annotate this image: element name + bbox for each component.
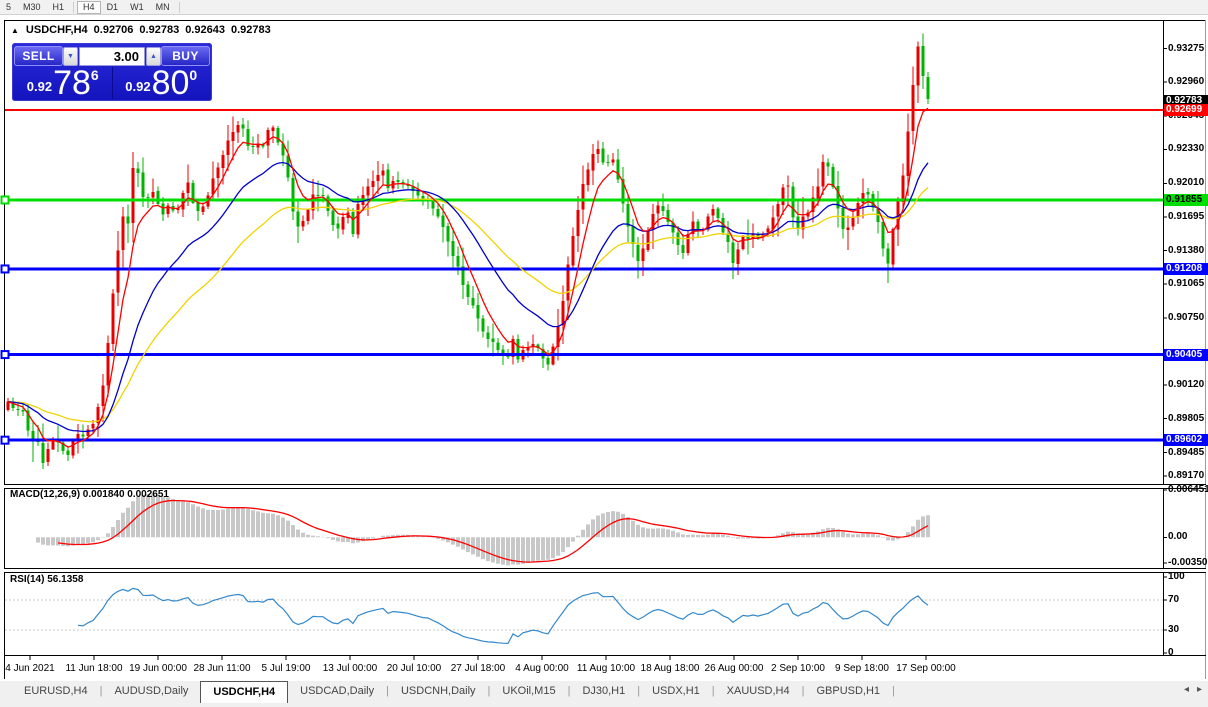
- ohlc-high: 0.92783: [139, 24, 180, 36]
- sell-price-prefix: 0.92: [26, 79, 53, 94]
- buy-price-main: 80: [151, 64, 190, 102]
- volume-down-button[interactable]: ▼: [63, 46, 78, 66]
- price-line-label: 0.91208: [1164, 263, 1208, 275]
- rsi-axis-label: 70: [1168, 594, 1180, 605]
- ohlc-open: 0.92706: [93, 24, 134, 36]
- sell-button[interactable]: SELL: [14, 46, 63, 66]
- price-line-label: 0.90405: [1164, 349, 1208, 361]
- volume-input[interactable]: [79, 46, 145, 66]
- price-tick-label: 0.89170: [1168, 470, 1205, 481]
- collapse-icon[interactable]: ▲: [11, 26, 19, 35]
- buy-price-display[interactable]: 0.92 80 0: [113, 64, 211, 102]
- date-tick-label: 18 Aug 18:00: [640, 663, 700, 674]
- price-tick-label: 0.89485: [1168, 447, 1205, 458]
- tab-scroll-right-icon[interactable]: ▸: [1197, 684, 1202, 695]
- price-tick-label: 0.91695: [1168, 211, 1205, 222]
- date-tick-label: 19 Jun 00:00: [129, 663, 187, 674]
- date-tick-label: 2 Sep 10:00: [771, 663, 825, 674]
- mt4-terminal-window: 5 M30 H1 H4 D1 W1 MN ▲ USDCHF,H4 0.92706 0.927…: [0, 0, 1208, 707]
- price-tick-label: 0.90120: [1168, 379, 1205, 390]
- date-tick-label: 17 Sep 00:00: [896, 663, 956, 674]
- date-tick-label: 13 Jul 00:00: [322, 663, 378, 674]
- macd-axis-label: 0.006451: [1168, 484, 1208, 495]
- sell-price-main: 78: [53, 64, 91, 102]
- price-tick-label: 0.92010: [1168, 177, 1205, 188]
- price-line-label: 0.91855: [1164, 194, 1208, 206]
- date-tick-label: 9 Sep 18:00: [835, 663, 889, 674]
- date-tick-label: 4 Aug 00:00: [515, 663, 569, 674]
- chart-tab-usdchf[interactable]: USDCHF,H4: [200, 681, 289, 703]
- ohlc-close: 0.92783: [230, 24, 271, 36]
- date-tick-label: 28 Jun 11:00: [193, 663, 251, 674]
- price-line-label: 0.92699: [1164, 104, 1208, 116]
- chart-tab-usdx[interactable]: USDX,H1: [640, 681, 712, 701]
- volume-up-button[interactable]: ▲: [146, 46, 161, 66]
- date-tick-label: 4 Jun 2021: [5, 663, 55, 674]
- date-tick-label: 20 Jul 10:00: [386, 663, 442, 674]
- ohlc-low: 0.92643: [185, 24, 225, 36]
- chart-tab-usdcnh[interactable]: USDCNH,Daily: [389, 681, 488, 701]
- price-tick-label: 0.93275: [1168, 43, 1205, 54]
- price-tick-label: 0.91380: [1168, 245, 1205, 256]
- chart-tab-ukoil[interactable]: UKOil,M15: [490, 681, 567, 701]
- rsi-label: RSI(14) 56.1358: [10, 574, 84, 585]
- tab-scroll-left-icon[interactable]: ◂: [1184, 684, 1189, 695]
- date-tick-label: 26 Aug 00:00: [704, 663, 764, 674]
- date-tick-label: 27 Jul 18:00: [450, 663, 506, 674]
- macd-axis-label: -0.003507: [1168, 557, 1208, 568]
- price-tick-label: 0.92330: [1168, 143, 1205, 154]
- macd-axis-label: 0.00: [1168, 531, 1188, 542]
- date-tick-label: 5 Jul 19:00: [261, 663, 311, 674]
- chart-tab-audusd[interactable]: AUDUSD,Daily: [102, 681, 200, 701]
- tab-scroll-nav: ◂ ▸: [1184, 684, 1202, 695]
- tab-separator: |: [892, 685, 895, 697]
- rsi-axis-label: 30: [1168, 624, 1180, 635]
- price-tick-label: 0.89805: [1168, 413, 1205, 424]
- symbol-tab-bar: EURUSD,H4 | AUDUSD,Daily USDCHF,H4 USDCAD,Da…: [0, 680, 1208, 707]
- rsi-axis-label: 100: [1168, 571, 1185, 582]
- buy-price-prefix: 0.92: [125, 79, 151, 94]
- rsi-axis-label: 0: [1168, 647, 1174, 658]
- price-line-label: 0.89602: [1164, 434, 1208, 446]
- chart-title: USDCHF,H4: [25, 24, 88, 36]
- sell-price-display[interactable]: 0.92 78 6: [14, 64, 113, 102]
- macd-label: MACD(12,26,9) 0.001840 0.002651: [10, 489, 169, 500]
- chart-tab-dj30[interactable]: DJ30,H1: [570, 681, 637, 701]
- chart-tab-gbpusd[interactable]: GBPUSD,H1: [804, 681, 892, 701]
- chart-tab-xauusd[interactable]: XAUUSD,H4: [715, 681, 802, 701]
- date-tick-label: 11 Aug 10:00: [576, 663, 636, 674]
- chart-tab-usdcad[interactable]: USDCAD,Daily: [288, 681, 386, 701]
- date-tick-label: 11 Jun 18:00: [65, 663, 123, 674]
- one-click-trade-panel: SELL ▼ ▲ BUY 0.92 78 6 0.92 80 0: [12, 43, 212, 101]
- chart-canvas[interactable]: [0, 0, 1208, 707]
- price-tick-label: 0.91065: [1168, 278, 1205, 289]
- sell-price-pip: 6: [90, 67, 99, 83]
- chart-ohlc-header: ▲ USDCHF,H4 0.92706 0.92783 0.92643 0.92…: [11, 24, 271, 36]
- chart-tab-eurusd[interactable]: EURUSD,H4: [12, 681, 100, 701]
- buy-button[interactable]: BUY: [161, 46, 210, 66]
- price-tick-label: 0.92960: [1168, 76, 1205, 87]
- price-tick-label: 0.90750: [1168, 312, 1205, 323]
- buy-price-pip: 0: [189, 67, 198, 83]
